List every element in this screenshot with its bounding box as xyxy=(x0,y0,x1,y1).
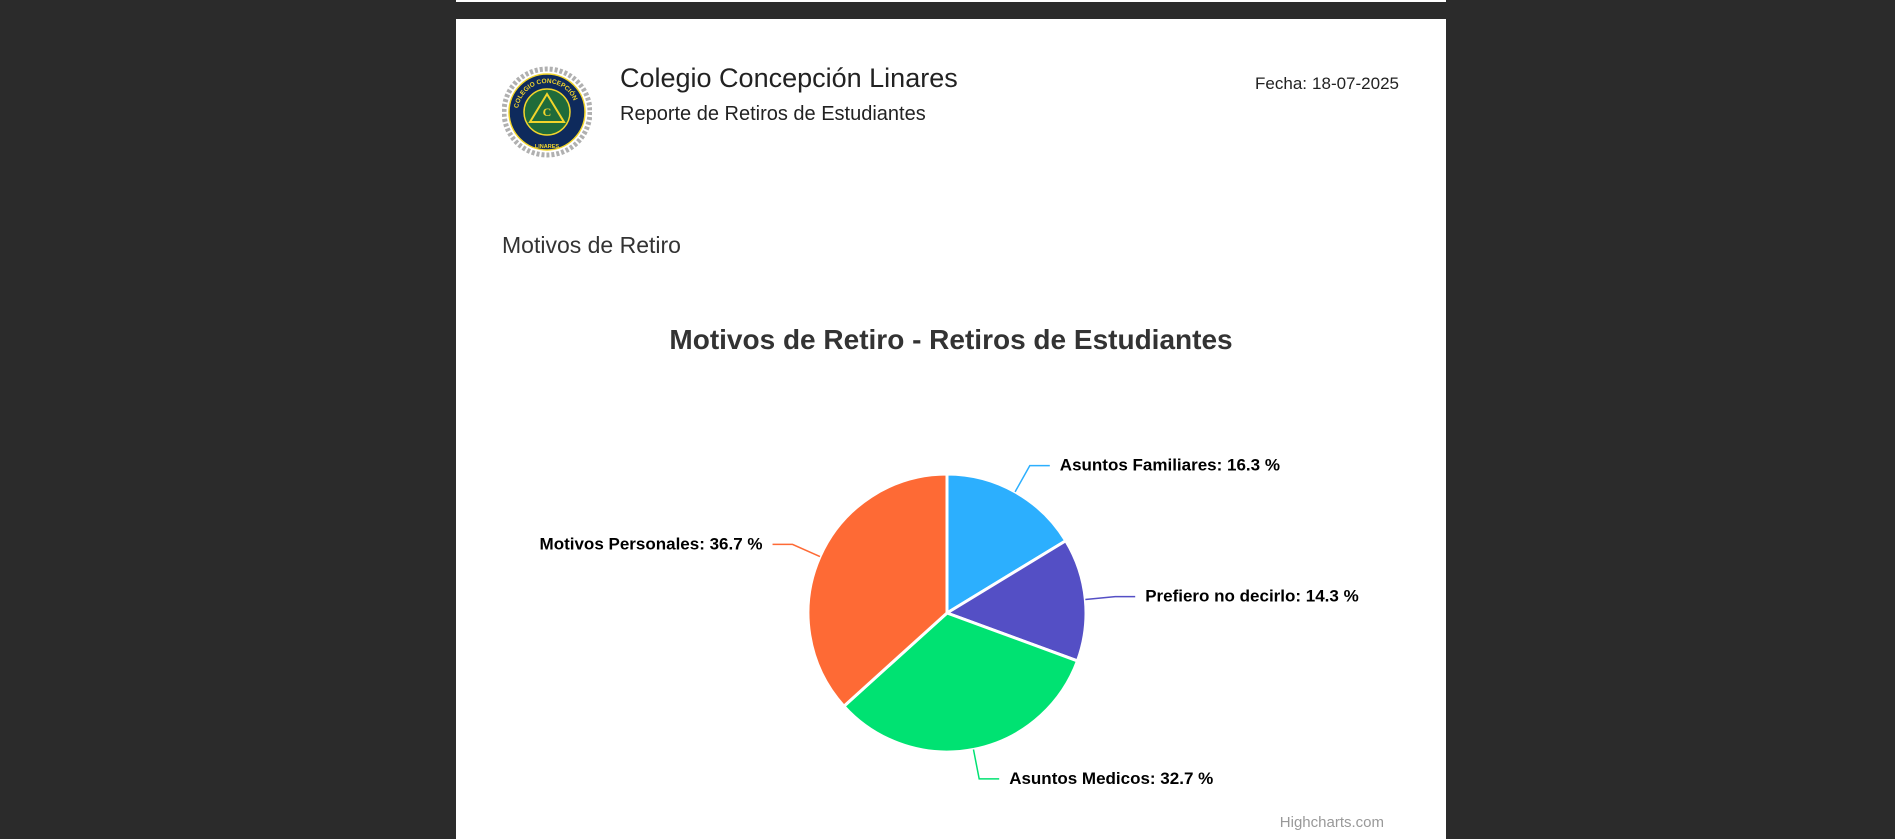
pie-chart-svg: Motivos de Retiro - Retiros de Estudiant… xyxy=(540,324,1359,788)
date-label: Fecha: xyxy=(1255,74,1308,93)
report-title: Reporte de Retiros de Estudiantes xyxy=(620,103,926,125)
connector-line xyxy=(972,749,1000,780)
data-label: Asuntos Medicos: 32.7 % xyxy=(1009,769,1213,788)
data-label: Prefiero no decirlo: 14.3 % xyxy=(1145,587,1359,606)
data-label: Motivos Personales: 36.7 % xyxy=(540,534,763,553)
data-label: Asuntos Familiares: 16.3 % xyxy=(1060,456,1280,475)
connector-line xyxy=(1014,464,1050,493)
chart-title: Motivos de Retiro - Retiros de Estudiant… xyxy=(669,324,1232,355)
credits-link[interactable]: Highcharts.com xyxy=(1280,814,1384,831)
connector-line xyxy=(772,543,821,558)
svg-text:LINARES: LINARES xyxy=(535,144,559,150)
report-page: COLEGIO CONCEPCIÓN C LINARES Colegio Con… xyxy=(456,19,1446,839)
date-value: 18-07-2025 xyxy=(1312,74,1399,93)
school-name: Colegio Concepción Linares xyxy=(620,63,958,93)
school-seal-icon: COLEGIO CONCEPCIÓN C LINARES xyxy=(501,66,593,158)
previous-page-edge xyxy=(456,0,1446,2)
pie-chart: Motivos de Retiro - Retiros de Estudiant… xyxy=(456,289,1446,839)
connector-line xyxy=(1085,595,1136,601)
school-logo: COLEGIO CONCEPCIÓN C LINARES xyxy=(501,64,593,160)
section-title: Motivos de Retiro xyxy=(502,232,681,258)
report-date: Fecha: 18-07-2025 xyxy=(1255,74,1399,94)
svg-text:C: C xyxy=(543,105,552,119)
